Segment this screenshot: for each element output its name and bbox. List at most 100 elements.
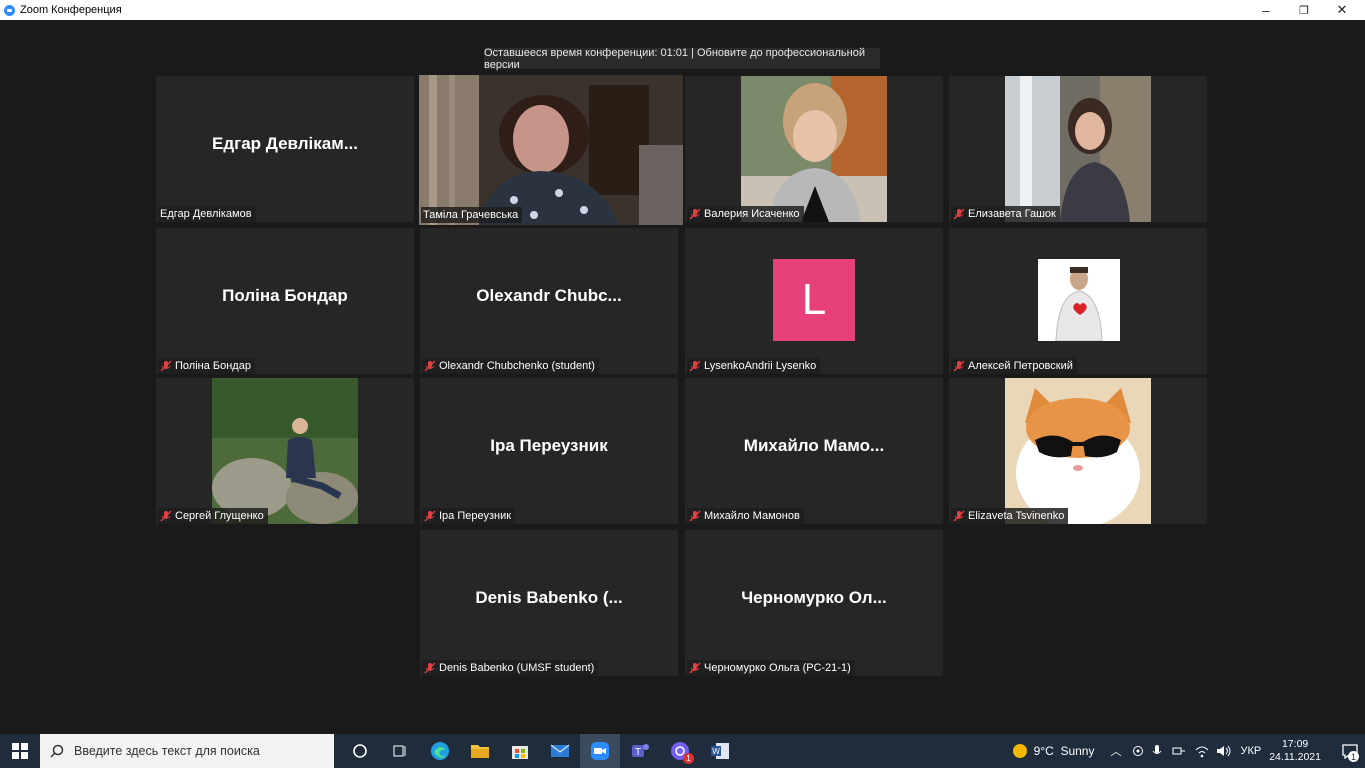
task-view-icon [393,745,406,757]
taskbar-viber[interactable]: 1 [660,734,700,768]
volume-icon[interactable] [1216,744,1232,758]
participant-label: Черномурко Ольга (РС-21-1) [687,660,855,676]
participant-label: LysenkoAndrii Lysenko [687,358,821,374]
participant-tile[interactable]: Elizaveta Tsvinenko [949,378,1207,524]
search-placeholder: Введите здесь текст для поиска [74,744,260,758]
weather-text[interactable]: 9°C Sunny [1034,744,1095,758]
taskbar-teams[interactable]: T [620,734,660,768]
participant-name-center: Едгар Девлікам... [211,134,358,153]
video-feed [741,76,887,222]
participant-name-center: Іра Переузник [490,436,608,455]
video-feed [419,75,683,225]
taskbar-store[interactable] [500,734,540,768]
muted-mic-icon [953,510,965,522]
participant-label: Поліна Бондар [158,358,255,374]
taskbar-explorer[interactable] [460,734,500,768]
window-title: Zoom Конференция [20,4,122,16]
folder-icon [471,745,489,758]
close-button[interactable]: ✕ [1319,0,1365,20]
participant-tile[interactable]: L LysenkoAndrii Lysenko [685,228,943,374]
chevron-up-icon[interactable]: ︿ [1110,743,1121,759]
start-button[interactable] [0,734,40,768]
svg-text:W: W [712,747,720,756]
system-tray: 9°C Sunny ︿ УКР 17:09 24.11.2021 1 [1012,734,1365,768]
participant-tile[interactable]: Валерия Исаченко [685,76,943,222]
participant-tile[interactable]: Поліна Бондар Поліна Бондар [156,228,414,374]
participant-tile[interactable]: Едгар Девлікам... Едгар Девлікамов [156,76,414,222]
meeting-stage: Оставшееся время конференции: 01:01 | Об… [0,20,1365,734]
participant-name-center: Denis Babenko (... [475,588,623,607]
wifi-icon[interactable] [1194,744,1210,758]
avatar: L [773,259,855,341]
participant-label: Едгар Девлікамов [158,206,256,222]
task-view-button[interactable] [340,734,380,768]
participant-name-center: Olexandr Chubc... [476,286,622,305]
window-titlebar: Zoom Конференция – ❐ ✕ [0,0,1365,20]
participant-label: Іра Переузник [422,508,516,524]
viber-badge: 1 [683,753,694,764]
participant-name-center: Черномурко Ол... [741,588,887,607]
participant-label: Михайло Мамонов [687,508,804,524]
muted-mic-icon [160,360,172,372]
video-feed [1005,76,1151,222]
muted-mic-icon [424,510,436,522]
sun-icon [1012,744,1027,758]
muted-mic-icon [689,360,701,372]
clock-time: 17:09 [1281,738,1309,750]
clock[interactable]: 17:09 24.11.2021 [1269,738,1321,764]
muted-mic-icon [689,510,701,522]
muted-mic-icon [160,510,172,522]
taskbar-edge[interactable] [420,734,460,768]
participant-tile-active-speaker[interactable]: Таміла Грачевська [419,75,683,225]
taskbar-zoom[interactable] [580,734,620,768]
word-icon: W [711,743,729,759]
participant-label: Елизавета Гашок [951,206,1060,222]
timeline-button[interactable] [380,734,420,768]
avatar [1038,259,1120,341]
store-icon [512,746,528,759]
participant-tile[interactable]: Іра Переузник Іра Переузник [420,378,678,524]
participant-label: Валерия Исаченко [687,206,804,222]
clock-date: 24.11.2021 [1269,751,1321,763]
microphone-icon[interactable] [1152,744,1162,758]
muted-mic-icon [424,662,436,674]
zoom-app-icon [4,4,15,16]
participant-name-center: Михайло Мамо... [743,436,885,455]
participant-label: Алексей Петровский [951,358,1077,374]
language-indicator[interactable]: УКР [1240,745,1261,757]
participant-tile[interactable]: Olexandr Chubc... Olexandr Chubchenko (s… [420,228,678,374]
time-remaining-banner[interactable]: Оставшееся время конференции: 01:01 | Об… [484,47,880,71]
notification-count: 1 [1348,751,1359,762]
participant-tile[interactable]: Denis Babenko (... Denis Babenko (UMSF s… [420,530,678,676]
taskbar-word[interactable]: W [700,734,740,768]
cortana-icon [353,744,367,758]
participant-tile[interactable]: Сергей Глущенко [156,378,414,524]
search-icon [50,744,64,758]
participant-label: Denis Babenko (UMSF student) [422,660,599,676]
webcam-icon[interactable] [1131,744,1145,758]
teams-icon: T [632,744,649,758]
muted-mic-icon [953,208,965,220]
video-feed [212,378,358,524]
video-feed [1005,378,1151,524]
notification-center-button[interactable]: 1 [1335,734,1365,768]
participant-name-center: Поліна Бондар [222,286,348,305]
edge-icon [431,742,449,760]
participant-tile[interactable]: Алексей Петровский [949,228,1207,374]
participant-tile[interactable]: Елизавета Гашок [949,76,1207,222]
participant-label: Olexandr Chubchenko (student) [422,358,599,374]
participant-label: Таміла Грачевська [421,207,523,223]
muted-mic-icon [689,662,701,674]
mail-icon [550,744,570,757]
muted-mic-icon [953,360,965,372]
participant-tile[interactable]: Черномурко Ол... Черномурко Ольга (РС-21… [685,530,943,676]
participant-label: Сергей Глущенко [158,508,268,524]
windows-icon [12,743,28,759]
taskbar-mail[interactable] [540,734,580,768]
taskbar: Введите здесь текст для поиска T 1 W 9°C… [0,734,1365,768]
participant-tile[interactable]: Михайло Мамо... Михайло Мамонов [685,378,943,524]
svg-text:T: T [635,747,641,758]
network-icon[interactable] [1172,745,1186,757]
muted-mic-icon [424,360,436,372]
taskbar-search-box[interactable]: Введите здесь текст для поиска [40,734,334,768]
